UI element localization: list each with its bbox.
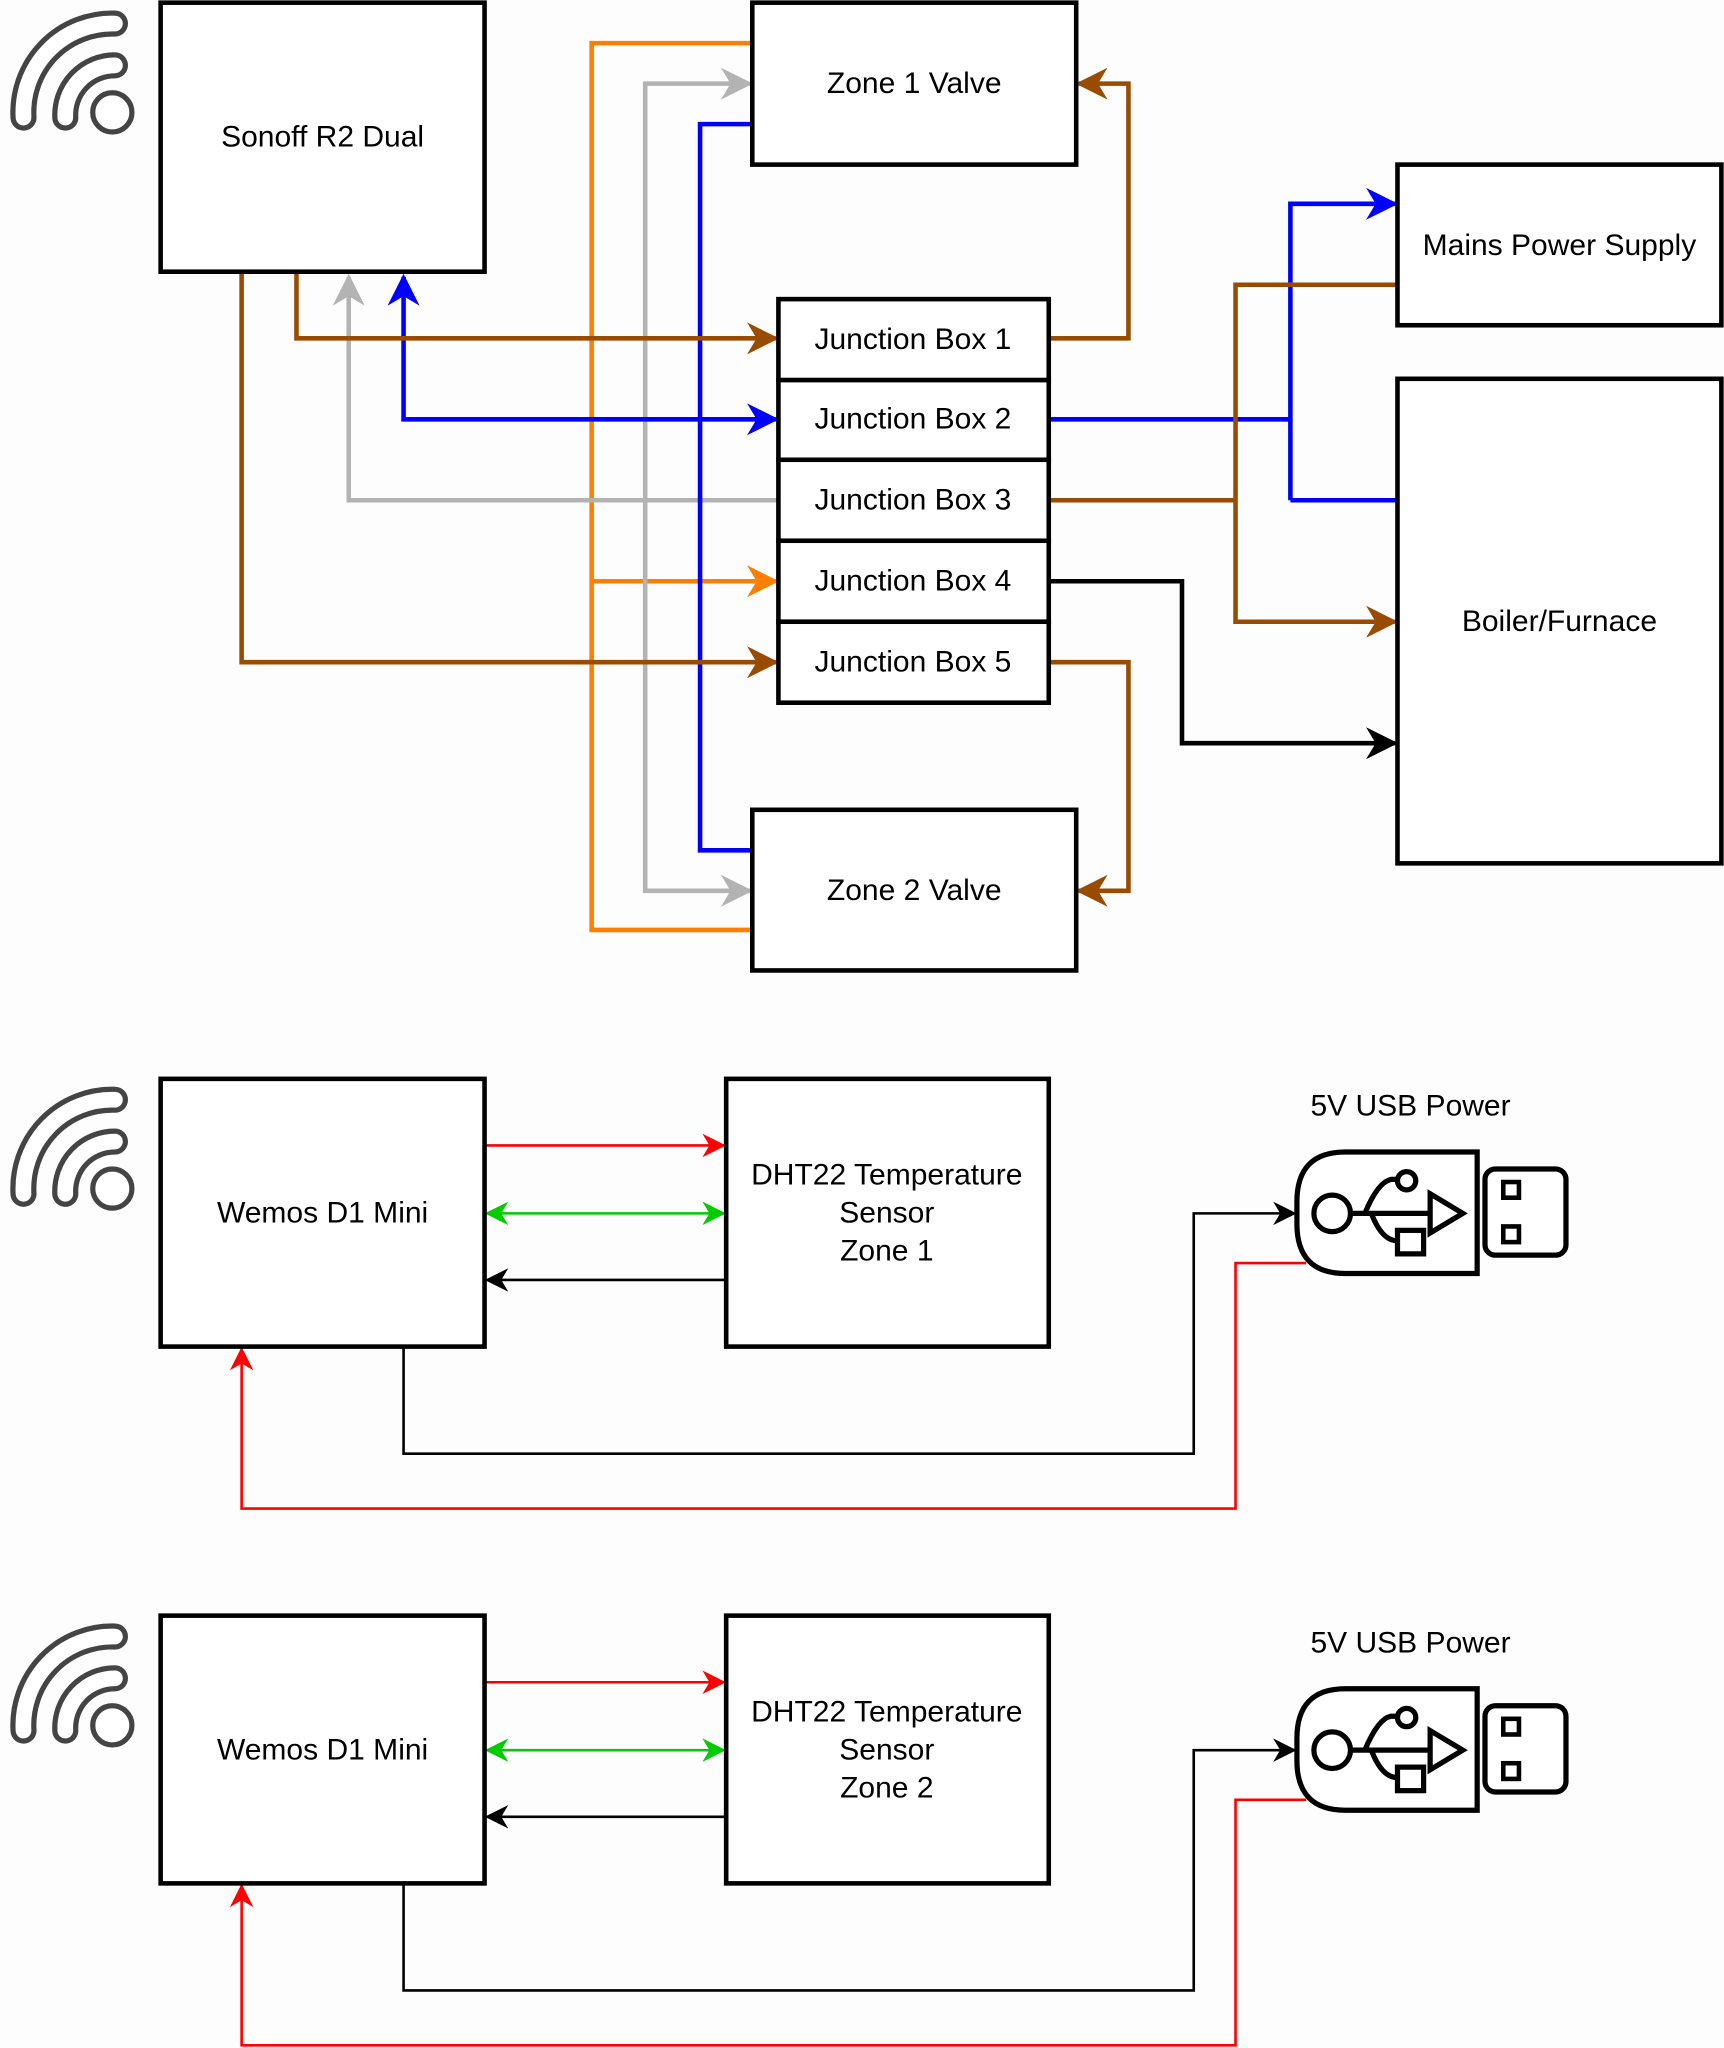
junction-box-2[interactable]: Junction Box 2 bbox=[776, 377, 1052, 463]
boiler-box[interactable]: Boiler/Furnace bbox=[1395, 376, 1724, 866]
junction-box-label: Junction Box 1 bbox=[814, 323, 1011, 356]
sensor-label-line3: Zone 2 bbox=[840, 1771, 933, 1804]
boiler-label: Boiler/Furnace bbox=[1462, 605, 1657, 638]
zone2-valve-label: Zone 2 Valve bbox=[827, 874, 1002, 907]
junction-box-3[interactable]: Junction Box 3 bbox=[776, 457, 1052, 544]
controller-label: Wemos D1 Mini bbox=[217, 1733, 428, 1766]
mains-label: Mains Power Supply bbox=[1423, 229, 1697, 262]
zone1-valve-label: Zone 1 Valve bbox=[827, 67, 1002, 100]
power-label: 5V USB Power bbox=[1310, 1626, 1510, 1659]
usb-plug-icon bbox=[1297, 1689, 1566, 1810]
zone2-valve-box[interactable]: Zone 2 Valve bbox=[750, 807, 1079, 973]
relay-box[interactable]: Sonoff R2 Dual bbox=[158, 0, 487, 274]
sensor-label-line3: Zone 1 bbox=[840, 1234, 933, 1267]
zone1-valve-box[interactable]: Zone 1 Valve bbox=[750, 0, 1079, 167]
mains-power-box[interactable]: Mains Power Supply bbox=[1395, 162, 1724, 328]
sensor-node-2: Wemos D1 Mini DHT22 Temperature Sensor Z… bbox=[23, 1613, 1566, 2047]
controller-label: Wemos D1 Mini bbox=[217, 1197, 428, 1230]
junction-box-label: Junction Box 5 bbox=[814, 645, 1011, 678]
junction-box-label: Junction Box 2 bbox=[814, 403, 1011, 436]
usb-plug-icon bbox=[1297, 1152, 1566, 1273]
wire-orange bbox=[589, 40, 779, 933]
junction-box-5[interactable]: Junction Box 5 bbox=[776, 619, 1052, 705]
wiring-diagram: Sonoff R2 Dual Zone 1 Valve Junction Box… bbox=[0, 0, 1724, 2047]
power-label: 5V USB Power bbox=[1310, 1090, 1510, 1123]
junction-box-1[interactable]: Junction Box 1 bbox=[776, 296, 1052, 383]
sensor-label-line2: Sensor bbox=[839, 1733, 934, 1766]
sensor-box[interactable]: DHT22 Temperature Sensor Zone 1 bbox=[723, 1076, 1052, 1349]
sensor-label-line1: DHT22 Temperature bbox=[751, 1696, 1022, 1729]
junction-box-label: Junction Box 4 bbox=[814, 564, 1011, 597]
controller-box[interactable]: Wemos D1 Mini bbox=[158, 1613, 487, 1886]
sensor-box[interactable]: DHT22 Temperature Sensor Zone 2 bbox=[723, 1613, 1052, 1886]
sensor-label-line1: DHT22 Temperature bbox=[751, 1159, 1022, 1192]
wifi-icon bbox=[23, 1100, 132, 1208]
relay-label: Sonoff R2 Dual bbox=[221, 120, 424, 153]
junction-box-4[interactable]: Junction Box 4 bbox=[776, 538, 1052, 625]
sensor-node-1: Wemos D1 Mini DHT22 Temperature Sensor Z… bbox=[23, 1076, 1566, 1510]
wifi-icon bbox=[23, 1636, 132, 1744]
sensor-label-line2: Sensor bbox=[839, 1197, 934, 1230]
wifi-icon bbox=[23, 24, 132, 132]
junction-box-label: Junction Box 3 bbox=[814, 484, 1011, 517]
controller-box[interactable]: Wemos D1 Mini bbox=[158, 1076, 487, 1349]
